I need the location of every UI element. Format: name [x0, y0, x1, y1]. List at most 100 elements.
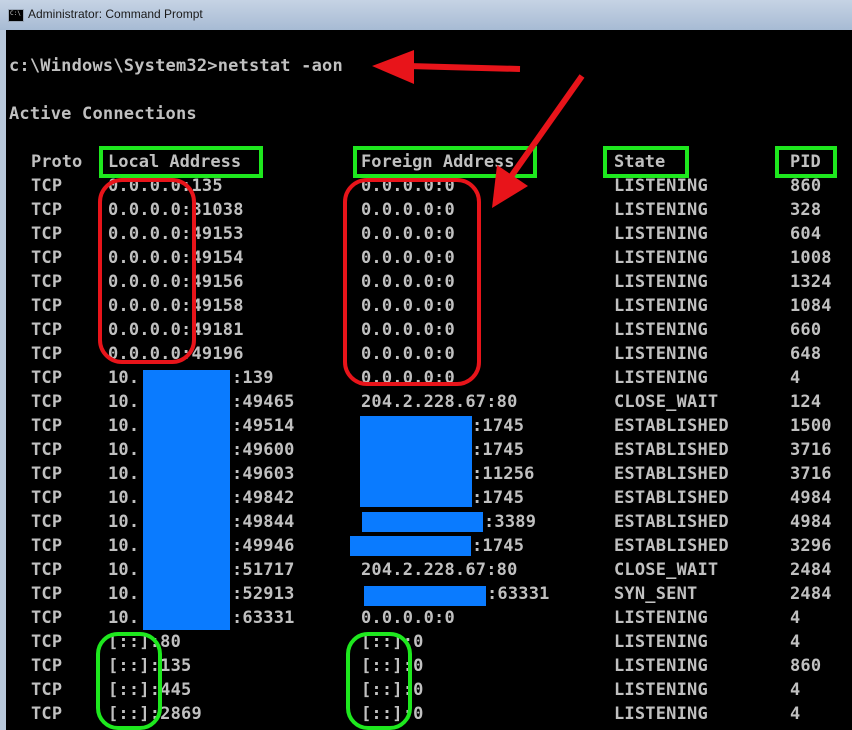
row-proto: TCP	[31, 272, 63, 292]
row-proto: TCP	[31, 584, 63, 604]
row-proto: TCP	[31, 656, 63, 676]
row-proto: TCP	[31, 176, 63, 196]
row-pid: 1084	[790, 296, 832, 316]
row-pid: 604	[790, 224, 822, 244]
row-foreign-address: 0.0.0.0:0	[361, 608, 455, 628]
row-pid: 124	[790, 392, 822, 412]
row-foreign-port: :11256	[472, 464, 535, 484]
row-proto: TCP	[31, 536, 63, 556]
row-local-address: 10.	[108, 488, 140, 508]
row-state: LISTENING	[614, 272, 708, 292]
row-local-port: :51717	[232, 560, 295, 580]
row-state: ESTABLISHED	[614, 440, 729, 460]
row-state: ESTABLISHED	[614, 512, 729, 532]
highlight-local-address-header	[99, 146, 263, 178]
row-proto: TCP	[31, 392, 63, 412]
row-proto: TCP	[31, 344, 63, 364]
row-pid: 4984	[790, 488, 832, 508]
row-state: LISTENING	[614, 704, 708, 724]
row-local-port: :49844	[232, 512, 295, 532]
row-proto: TCP	[31, 440, 63, 460]
redaction-local-ip	[143, 370, 230, 630]
row-foreign-address: 204.2.228.67:80	[361, 392, 518, 412]
row-foreign-port: :1745	[472, 416, 525, 436]
row-pid: 1500	[790, 416, 832, 436]
row-proto: TCP	[31, 368, 63, 388]
row-pid: 648	[790, 344, 822, 364]
row-pid: 860	[790, 656, 822, 676]
highlight-foreign-0000	[343, 178, 481, 386]
row-local-address: 10.	[108, 584, 140, 604]
row-local-address: 10.	[108, 464, 140, 484]
row-pid: 1324	[790, 272, 832, 292]
row-state: LISTENING	[614, 608, 708, 628]
row-foreign-port: :1745	[472, 440, 525, 460]
row-state: LISTENING	[614, 656, 708, 676]
row-pid: 3296	[790, 536, 832, 556]
row-state: LISTENING	[614, 320, 708, 340]
row-local-address: 10.	[108, 368, 140, 388]
row-state: LISTENING	[614, 344, 708, 364]
highlight-state-header	[603, 146, 689, 178]
row-proto: TCP	[31, 512, 63, 532]
row-local-port: :49465	[232, 392, 295, 412]
row-foreign-port: :1745	[472, 488, 525, 508]
title-bar[interactable]: Administrator: Command Prompt	[0, 0, 852, 31]
row-local-address: 10.	[108, 512, 140, 532]
row-state: ESTABLISHED	[614, 416, 729, 436]
row-proto: TCP	[31, 224, 63, 244]
row-local-port: :49603	[232, 464, 295, 484]
row-proto: TCP	[31, 200, 63, 220]
redaction-foreign-ip-block	[360, 416, 472, 507]
row-local-address: 10.	[108, 392, 140, 412]
row-local-address: 10.	[108, 608, 140, 628]
row-pid: 660	[790, 320, 822, 340]
section-title: Active Connections	[9, 104, 197, 124]
highlight-pid-header	[775, 146, 837, 178]
row-proto: TCP	[31, 296, 63, 316]
row-local-port: :49842	[232, 488, 295, 508]
row-pid: 4984	[790, 512, 832, 532]
row-local-port: :49514	[232, 416, 295, 436]
row-local-address: 10.	[108, 440, 140, 460]
row-pid: 860	[790, 176, 822, 196]
row-proto: TCP	[31, 248, 63, 268]
row-pid: 4	[790, 680, 801, 700]
row-pid: 2484	[790, 584, 832, 604]
row-state: LISTENING	[614, 200, 708, 220]
row-state: LISTENING	[614, 176, 708, 196]
row-proto: TCP	[31, 416, 63, 436]
highlight-local-0000	[98, 178, 196, 364]
highlight-local-ipv6	[96, 632, 162, 730]
row-pid: 2484	[790, 560, 832, 580]
row-local-address: 10.	[108, 416, 140, 436]
header-proto: Proto	[31, 152, 83, 172]
row-state: LISTENING	[614, 224, 708, 244]
row-local-address: 10.	[108, 560, 140, 580]
row-local-port: :63331	[232, 608, 295, 628]
row-proto: TCP	[31, 632, 63, 652]
row-pid: 1008	[790, 248, 832, 268]
row-proto: TCP	[31, 560, 63, 580]
row-proto: TCP	[31, 704, 63, 724]
row-pid: 328	[790, 200, 822, 220]
row-state: LISTENING	[614, 368, 708, 388]
row-local-port: :49946	[232, 536, 295, 556]
row-foreign-port: :1745	[472, 536, 525, 556]
row-pid: 4	[790, 608, 801, 628]
row-state: ESTABLISHED	[614, 488, 729, 508]
row-state: LISTENING	[614, 632, 708, 652]
redaction-foreign-ip-63331	[364, 586, 486, 606]
row-proto: TCP	[31, 488, 63, 508]
highlight-foreign-address-header	[353, 146, 537, 178]
row-pid: 4	[790, 704, 801, 724]
row-state: ESTABLISHED	[614, 536, 729, 556]
row-state: ESTABLISHED	[614, 464, 729, 484]
row-pid: 3716	[790, 464, 832, 484]
row-proto: TCP	[31, 608, 63, 628]
redaction-foreign-ip-3389	[362, 512, 483, 532]
redaction-foreign-ip-1745	[350, 536, 471, 556]
row-state: LISTENING	[614, 680, 708, 700]
row-foreign-address: 204.2.228.67:80	[361, 560, 518, 580]
window-title: Administrator: Command Prompt	[28, 7, 203, 21]
